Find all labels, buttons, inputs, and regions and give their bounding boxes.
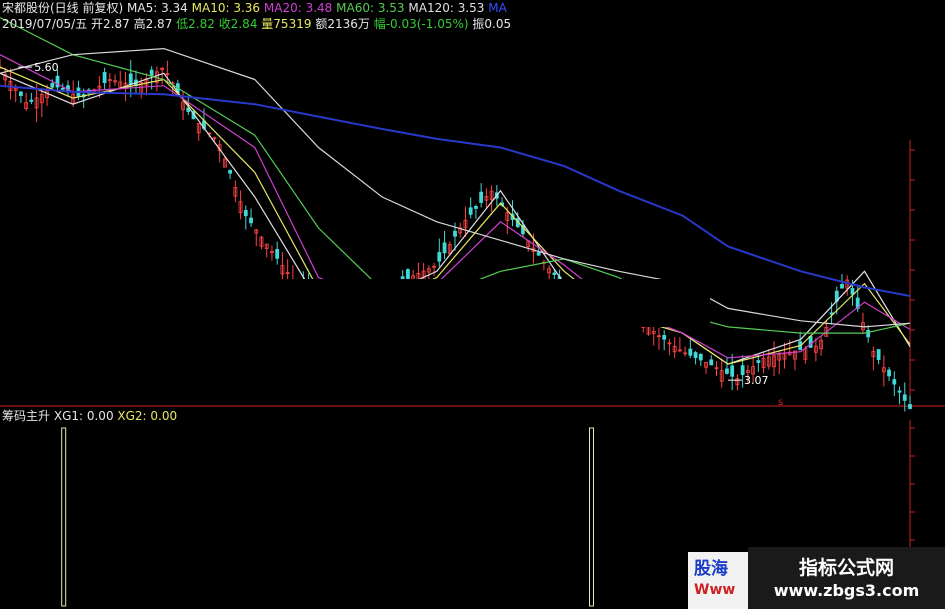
watermark-title: 指标公式网	[798, 557, 894, 579]
candle-body	[228, 170, 233, 174]
candle-body	[442, 242, 447, 254]
candle-body	[709, 359, 714, 366]
candle-body	[892, 379, 897, 385]
candle-body	[243, 210, 248, 217]
ma-truncated: MA	[488, 1, 507, 15]
candle-body	[725, 368, 729, 374]
watermark-left-bottom: Www	[694, 582, 736, 598]
candle-body	[149, 69, 154, 76]
open-label: 开2.87	[91, 17, 130, 31]
redaction-block-middle	[230, 279, 710, 327]
candle-body	[850, 288, 855, 295]
quote-header-row: 2019/07/05/五 开2.87 高2.87 低2.82 收2.84 量75…	[2, 17, 511, 31]
candle-body	[840, 284, 844, 289]
candle-body	[908, 404, 912, 410]
candle-body	[275, 248, 280, 259]
candle-body	[897, 390, 902, 393]
low-label: 低2.82	[176, 17, 215, 31]
candle-body	[55, 75, 60, 88]
candle-body	[902, 394, 907, 401]
candle-body	[19, 91, 23, 96]
candle-body	[29, 99, 34, 102]
amplitude-label: 振0.05	[472, 17, 512, 31]
amount-label: 额2136万	[315, 17, 370, 31]
redaction-block-top	[534, 0, 945, 140]
watermark-left: 股海 Www	[688, 552, 748, 609]
candle-body	[437, 252, 442, 262]
candle-body	[808, 335, 813, 348]
candle-body	[453, 230, 457, 237]
watermark-url: www.zbgs3.com	[773, 581, 920, 600]
stock-chart-window: 5.60 3.07 s 宋都股份(日线 前复权) MA5: 3.34 MA10: 3…	[0, 0, 945, 609]
candle-body	[866, 329, 871, 338]
change-label: 幅-0.03(-1.05%)	[373, 17, 469, 31]
ma5-value: MA5: 3.34	[127, 1, 188, 15]
candle-body	[102, 72, 107, 84]
candle-body	[887, 369, 891, 377]
watermark-right: 指标公式网 www.zbgs3.com	[748, 547, 945, 609]
candle-body	[876, 349, 881, 360]
candle-body	[128, 73, 133, 85]
watermark-left-top: 股海	[694, 559, 728, 579]
high-label: 高2.87	[133, 17, 173, 31]
candle-body	[406, 269, 410, 279]
candle-body	[536, 252, 541, 256]
signal-spike	[61, 427, 67, 607]
ma-header-row: 宋都股份(日线 前复权) MA5: 3.34 MA10: 3.36 MA20: …	[2, 1, 507, 15]
signal-spike	[589, 427, 594, 607]
candle-body	[50, 83, 55, 88]
candle-body	[662, 335, 667, 340]
low-marker-label: 3.07	[744, 374, 769, 387]
volume-label: 量75319	[261, 17, 312, 31]
candle-body	[479, 191, 484, 203]
candle-body	[474, 206, 478, 209]
candle-body	[756, 360, 761, 363]
candle-body	[730, 365, 735, 377]
stock-title: 宋都股份(日线 前复权)	[2, 1, 124, 15]
candle-body	[468, 207, 473, 215]
close-label: 收2.84	[218, 17, 258, 31]
candle-body	[688, 348, 693, 356]
indicator-title: 筹码主升	[2, 409, 51, 423]
high-marker-label: 5.60	[34, 61, 59, 74]
candle-body	[693, 352, 698, 359]
indicator-header: 筹码主升 XG1: 0.00 XG2: 0.00	[2, 409, 177, 423]
candle-body	[698, 353, 703, 361]
xg1-value: XG1: 0.00	[53, 409, 114, 423]
candle-body	[60, 87, 65, 90]
date-label: 2019/07/05/五	[2, 17, 88, 31]
ma120-value: MA120: 3.53	[408, 1, 485, 15]
candle-body	[552, 272, 557, 275]
ma60-value: MA60: 3.53	[336, 1, 405, 15]
xg2-value: XG2: 0.00	[117, 409, 178, 423]
candle-body	[249, 217, 253, 224]
right-mark-label: s	[778, 397, 783, 408]
ma10-value: MA10: 3.36	[191, 1, 261, 15]
ma20-value: MA20: 3.48	[263, 1, 333, 15]
